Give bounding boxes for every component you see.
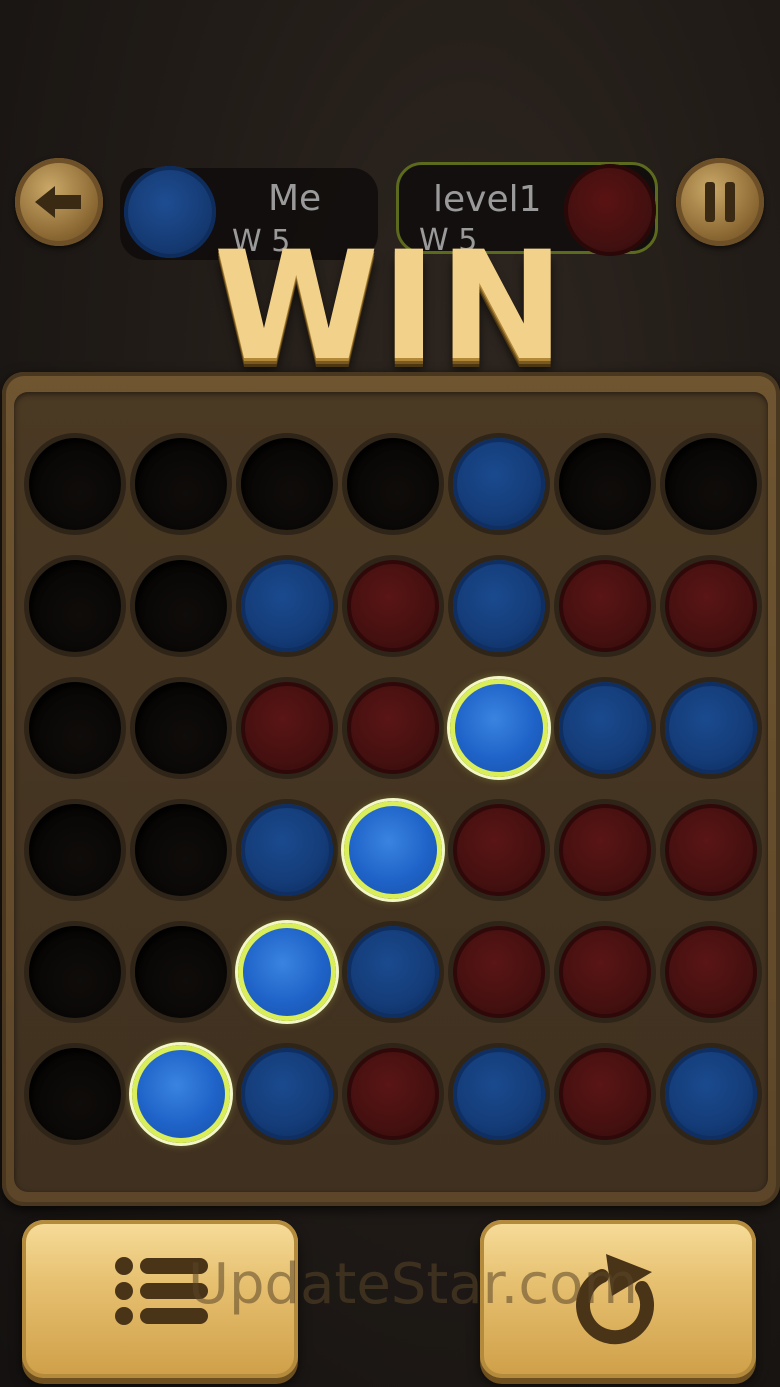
blue-disc[interactable] xyxy=(665,1048,757,1140)
red-disc[interactable] xyxy=(559,560,651,652)
empty-slot[interactable] xyxy=(559,438,651,530)
winning-blue-disc[interactable] xyxy=(132,1045,230,1143)
empty-slot[interactable] xyxy=(29,1048,121,1140)
red-disc[interactable] xyxy=(347,1048,439,1140)
blue-disc[interactable] xyxy=(241,560,333,652)
red-disc[interactable] xyxy=(559,804,651,896)
opponent-name: level1 xyxy=(433,179,542,220)
red-disc[interactable] xyxy=(665,560,757,652)
red-disc[interactable] xyxy=(665,926,757,1018)
empty-slot[interactable] xyxy=(135,682,227,774)
red-disc[interactable] xyxy=(559,1048,651,1140)
red-disc[interactable] xyxy=(347,560,439,652)
empty-slot[interactable] xyxy=(29,438,121,530)
winning-blue-disc[interactable] xyxy=(450,679,548,777)
blue-disc[interactable] xyxy=(241,1048,333,1140)
red-disc[interactable] xyxy=(453,804,545,896)
blue-disc[interactable] xyxy=(665,682,757,774)
pause-icon xyxy=(705,182,735,222)
game-board xyxy=(2,372,780,1206)
blue-disc[interactable] xyxy=(241,804,333,896)
empty-slot[interactable] xyxy=(29,682,121,774)
red-disc[interactable] xyxy=(347,682,439,774)
empty-slot[interactable] xyxy=(665,438,757,530)
empty-slot[interactable] xyxy=(347,438,439,530)
blue-disc[interactable] xyxy=(347,926,439,1018)
empty-slot[interactable] xyxy=(135,926,227,1018)
red-disc[interactable] xyxy=(453,926,545,1018)
blue-disc[interactable] xyxy=(453,438,545,530)
blue-disc[interactable] xyxy=(559,682,651,774)
winning-blue-disc[interactable] xyxy=(344,801,442,899)
empty-slot[interactable] xyxy=(241,438,333,530)
empty-slot[interactable] xyxy=(29,804,121,896)
empty-slot[interactable] xyxy=(135,438,227,530)
blue-disc[interactable] xyxy=(453,560,545,652)
red-disc[interactable] xyxy=(559,926,651,1018)
arrow-left-icon xyxy=(35,186,81,218)
board-grid xyxy=(14,392,768,1192)
empty-slot[interactable] xyxy=(135,804,227,896)
red-disc[interactable] xyxy=(665,804,757,896)
win-title: WIN xyxy=(213,220,567,394)
red-disc[interactable] xyxy=(241,682,333,774)
empty-slot[interactable] xyxy=(29,926,121,1018)
winning-blue-disc[interactable] xyxy=(238,923,336,1021)
watermark: UpdateStar.com xyxy=(188,1252,638,1317)
blue-disc[interactable] xyxy=(453,1048,545,1140)
player-name: Me xyxy=(268,178,322,219)
empty-slot[interactable] xyxy=(135,560,227,652)
empty-slot[interactable] xyxy=(29,560,121,652)
